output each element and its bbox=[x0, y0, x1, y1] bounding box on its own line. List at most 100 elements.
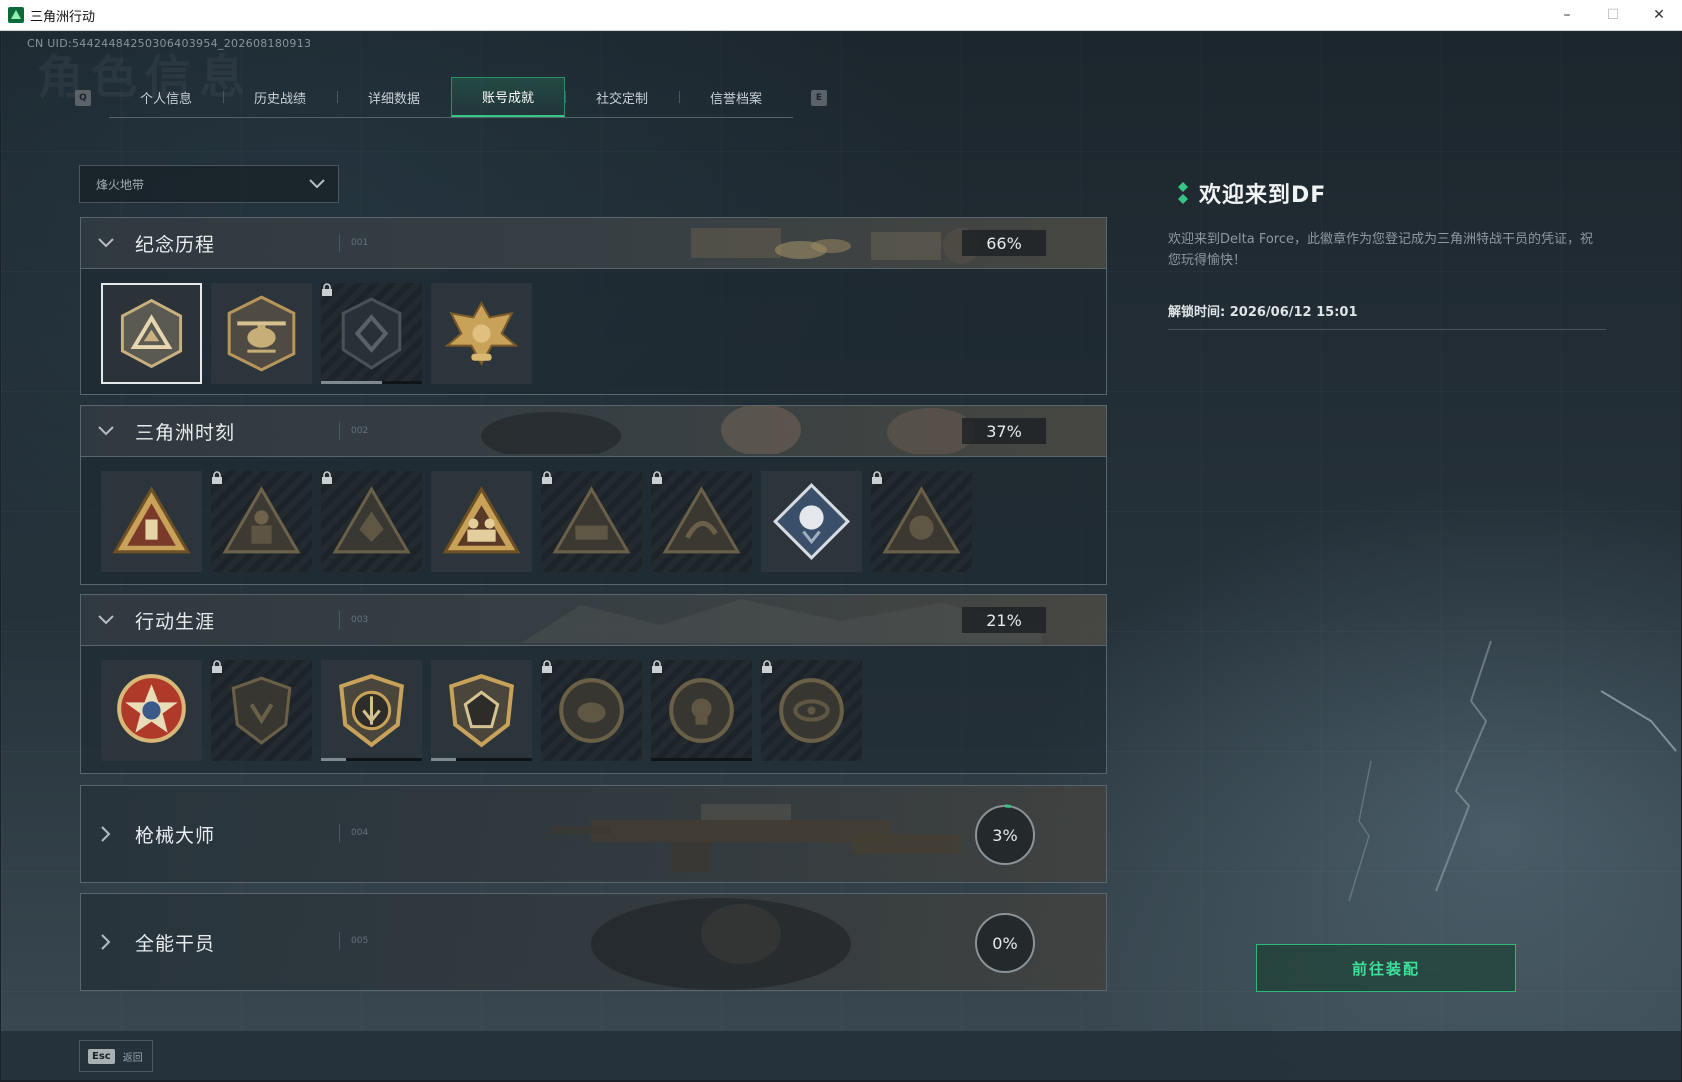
section-progress-percent: 3% bbox=[992, 825, 1018, 845]
section-code: 001 bbox=[351, 238, 369, 248]
helmet-disc-badge-icon bbox=[559, 678, 624, 743]
section-divider bbox=[339, 932, 340, 950]
section-header[interactable]: 纪念历程 001 66% bbox=[81, 218, 1106, 269]
star-medal-badge-icon bbox=[117, 674, 186, 743]
badge-tile[interactable] bbox=[321, 283, 422, 384]
lock-icon bbox=[542, 471, 552, 484]
badge-progress-bar bbox=[431, 758, 532, 761]
game-viewport: CN UID:5442448425030640395​4_20260818091… bbox=[1, 31, 1681, 1080]
achievement-section-delta-moments: 三角洲时刻 002 37% bbox=[80, 405, 1107, 585]
badge-tile[interactable] bbox=[431, 660, 532, 761]
badge-row bbox=[81, 269, 1106, 394]
top-tab-bar: Q 个人信息 历史战绩 详细数据 账号成就 社交定制 信誉档案 E bbox=[75, 77, 827, 118]
badge-progress-bar bbox=[321, 758, 422, 761]
usb-triangle-badge-icon bbox=[112, 486, 191, 554]
section-code: 002 bbox=[351, 426, 369, 436]
chevron-right-icon bbox=[95, 934, 117, 950]
achievement-section-career: 行动生涯 003 21% bbox=[80, 594, 1107, 774]
lock-icon bbox=[322, 283, 332, 296]
golden-eagle-badge-icon bbox=[444, 301, 519, 366]
badge-tile[interactable] bbox=[871, 471, 972, 572]
lock-icon bbox=[652, 471, 662, 484]
go-to-equip-button[interactable]: 前往装配 bbox=[1256, 944, 1516, 992]
badge-tile[interactable] bbox=[211, 471, 312, 572]
shield-emblem-badge-icon bbox=[341, 297, 402, 370]
esc-key-hint: Esc bbox=[88, 1048, 115, 1064]
badge-tile[interactable] bbox=[211, 660, 312, 761]
chevron-down-icon bbox=[95, 238, 117, 248]
badge-tile[interactable] bbox=[101, 471, 202, 572]
badge-tile[interactable] bbox=[101, 660, 202, 761]
badge-tile[interactable] bbox=[101, 283, 202, 384]
detail-divider bbox=[1168, 329, 1606, 330]
badge-tile[interactable] bbox=[321, 660, 422, 761]
section-progress-percent: 66% bbox=[962, 230, 1046, 256]
rose-diamond-badge-icon bbox=[772, 482, 851, 561]
tab-next-key-hint[interactable]: E bbox=[811, 89, 827, 106]
maximize-button[interactable]: ☐ bbox=[1590, 0, 1636, 30]
badge-tile[interactable] bbox=[211, 283, 312, 384]
section-header[interactable]: 全能干员 005 0% bbox=[81, 894, 1106, 990]
mode-dropdown[interactable]: 烽火地带 bbox=[79, 165, 339, 203]
section-title: 行动生涯 bbox=[135, 610, 216, 633]
lock-icon bbox=[322, 471, 332, 484]
arrow-shield-badge-icon bbox=[339, 674, 404, 748]
achievement-detail-description: 欢迎来到Delta Force，此徽章作为您登记成为三角洲特战干员的凭证，祝您玩… bbox=[1168, 232, 1593, 268]
tab-personal-info[interactable]: 个人信息 bbox=[109, 77, 223, 117]
squad-triangle-badge-icon bbox=[442, 486, 521, 554]
operator-soldier-art bbox=[591, 898, 851, 990]
badge-tile[interactable] bbox=[431, 283, 532, 384]
badge-tile[interactable] bbox=[761, 471, 862, 572]
section-title: 枪械大师 bbox=[135, 824, 216, 847]
section-header[interactable]: 枪械大师 004 3% bbox=[81, 786, 1106, 882]
badge-tile[interactable] bbox=[541, 660, 642, 761]
section-title: 三角洲时刻 bbox=[135, 421, 236, 444]
badge-tile[interactable] bbox=[651, 660, 752, 761]
section-divider bbox=[339, 422, 340, 440]
badge-tile[interactable] bbox=[541, 471, 642, 572]
back-label: 返回 bbox=[122, 1052, 143, 1064]
footer-bar bbox=[1, 1031, 1681, 1080]
badge-tile[interactable] bbox=[651, 471, 752, 572]
tab-social-custom[interactable]: 社交定制 bbox=[565, 77, 679, 117]
badge-tile[interactable] bbox=[761, 660, 862, 761]
chevron-down-icon bbox=[309, 179, 325, 189]
badge-tile[interactable] bbox=[431, 471, 532, 572]
section-divider bbox=[339, 611, 340, 629]
section-code: 003 bbox=[351, 615, 369, 625]
lock-icon bbox=[542, 660, 552, 673]
tab-credit-record[interactable]: 信誉档案 bbox=[679, 77, 793, 117]
minimize-button[interactable]: – bbox=[1544, 0, 1590, 30]
tab-account-achievements[interactable]: 账号成就 bbox=[451, 77, 565, 117]
skull-disc-badge-icon bbox=[669, 678, 734, 743]
eye-disc-badge-icon bbox=[779, 678, 844, 743]
achievement-unlock-time: 解锁时间: 2026/06/12 15:01 bbox=[1168, 305, 1358, 320]
section-header[interactable]: 行动生涯 003 21% bbox=[81, 595, 1106, 646]
window-title: 三角洲行动 bbox=[30, 9, 96, 25]
chevron-down-icon bbox=[95, 615, 117, 625]
helicopter-badge-icon bbox=[227, 295, 296, 372]
section-header[interactable]: 三角洲时刻 002 37% bbox=[81, 406, 1106, 457]
badge-tile[interactable] bbox=[321, 471, 422, 572]
diamond-marker-icon bbox=[1178, 182, 1188, 204]
hands-triangle-badge-icon bbox=[332, 486, 411, 554]
tab-detailed-data[interactable]: 详细数据 bbox=[337, 77, 451, 117]
lock-icon bbox=[652, 660, 662, 673]
machine-gun-art bbox=[551, 804, 961, 872]
detail-title-text: 欢迎来到DF bbox=[1199, 183, 1327, 208]
achievement-detail-title: 欢迎来到DF bbox=[1177, 177, 1326, 209]
section-title: 纪念历程 bbox=[135, 233, 216, 256]
close-button[interactable]: ✕ bbox=[1636, 0, 1682, 30]
tab-prev-key-hint[interactable]: Q bbox=[75, 89, 91, 106]
operators-portrait-art bbox=[481, 406, 975, 454]
tab-history-record[interactable]: 历史战绩 bbox=[223, 77, 337, 117]
section-title: 全能干员 bbox=[135, 932, 216, 955]
skull-triangle-badge-icon bbox=[882, 486, 961, 554]
back-button[interactable]: Esc 返回 bbox=[79, 1040, 153, 1072]
coins-crates-art bbox=[691, 228, 979, 264]
badge-row bbox=[81, 646, 1106, 771]
section-code: 005 bbox=[351, 936, 369, 946]
tab-strip: 个人信息 历史战绩 详细数据 账号成就 社交定制 信誉档案 bbox=[109, 77, 793, 118]
section-progress-percent: 0% bbox=[992, 933, 1018, 953]
app-logo-icon bbox=[8, 7, 24, 23]
